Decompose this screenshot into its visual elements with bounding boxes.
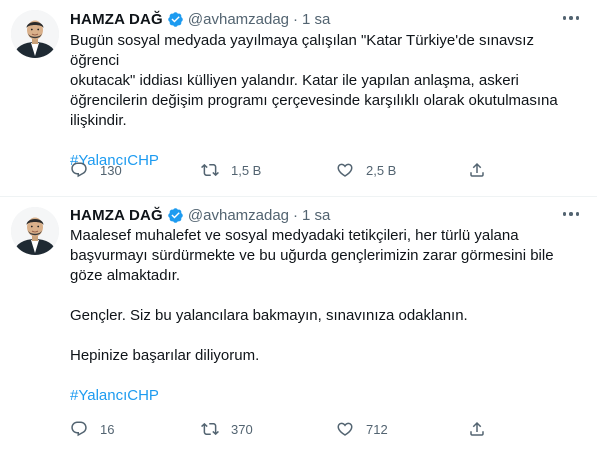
like-button[interactable]: 712 <box>336 419 388 439</box>
hashtag-link[interactable]: #YalancıCHP <box>70 386 580 406</box>
more-icon[interactable] <box>561 12 581 24</box>
reply-icon <box>70 161 88 179</box>
separator-dot: · <box>293 206 299 224</box>
tweet[interactable]: HAMZA DAĞ @avhamzadag · 1 sa Maalesef mu… <box>0 197 597 458</box>
tweet-header: HAMZA DAĞ @avhamzadag · 1 sa <box>70 9 330 29</box>
like-button[interactable]: 2,5 B <box>336 160 396 180</box>
retweet-count: 1,5 B <box>231 162 262 178</box>
like-count: 2,5 B <box>366 162 397 178</box>
retweet-button[interactable]: 370 <box>201 419 253 439</box>
author-name[interactable]: HAMZA DAĞ <box>70 11 163 28</box>
tweet-paragraph: Bugün sosyal medyada yayılmaya çalışılan… <box>70 32 558 129</box>
timestamp[interactable]: 1 sa <box>302 207 330 224</box>
verified-badge-icon <box>167 207 184 224</box>
like-icon <box>336 420 354 438</box>
share-icon <box>468 420 486 438</box>
reply-button[interactable]: 130 <box>70 160 122 180</box>
tweet-paragraph: Maalesef muhalefet ve sosyal medyadaki t… <box>70 227 554 284</box>
avatar[interactable] <box>11 207 59 255</box>
like-count: 712 <box>366 421 388 437</box>
retweet-button[interactable]: 1,5 B <box>201 160 261 180</box>
tweet-actions: 130 1,5 B 2,5 B <box>70 160 570 180</box>
retweet-icon <box>201 161 219 179</box>
reply-count: 130 <box>100 162 122 178</box>
profile-photo-icon <box>11 10 59 58</box>
author-name[interactable]: HAMZA DAĞ <box>70 207 163 224</box>
author-handle[interactable]: @avhamzadag <box>188 11 289 28</box>
reply-icon <box>70 420 88 438</box>
retweet-icon <box>201 420 219 438</box>
avatar[interactable] <box>11 10 59 58</box>
share-button[interactable] <box>468 160 486 180</box>
tweet-paragraph: Gençler. Siz bu yalancılara bakmayın, sı… <box>70 307 468 324</box>
profile-photo-icon <box>11 207 59 255</box>
verified-badge-icon <box>167 11 184 28</box>
like-icon <box>336 161 354 179</box>
timestamp[interactable]: 1 sa <box>302 11 330 28</box>
share-icon <box>468 161 486 179</box>
retweet-count: 370 <box>231 421 253 437</box>
separator-dot: · <box>293 10 299 28</box>
reply-count: 16 <box>100 421 115 437</box>
tweet-paragraph: Hepinize başarılar diliyorum. <box>70 347 260 364</box>
share-button[interactable] <box>468 419 486 439</box>
tweet-actions: 16 370 712 <box>70 419 570 439</box>
tweet-text: Maalesef muhalefet ve sosyal medyadaki t… <box>70 226 580 406</box>
tweet[interactable]: HAMZA DAĞ @avhamzadag · 1 sa Bugün sosya… <box>0 0 597 196</box>
more-icon[interactable] <box>561 208 581 220</box>
tweet-header: HAMZA DAĞ @avhamzadag · 1 sa <box>70 205 330 225</box>
reply-button[interactable]: 16 <box>70 419 114 439</box>
author-handle[interactable]: @avhamzadag <box>188 207 289 224</box>
tweet-text: Bugün sosyal medyada yayılmaya çalışılan… <box>70 31 580 171</box>
